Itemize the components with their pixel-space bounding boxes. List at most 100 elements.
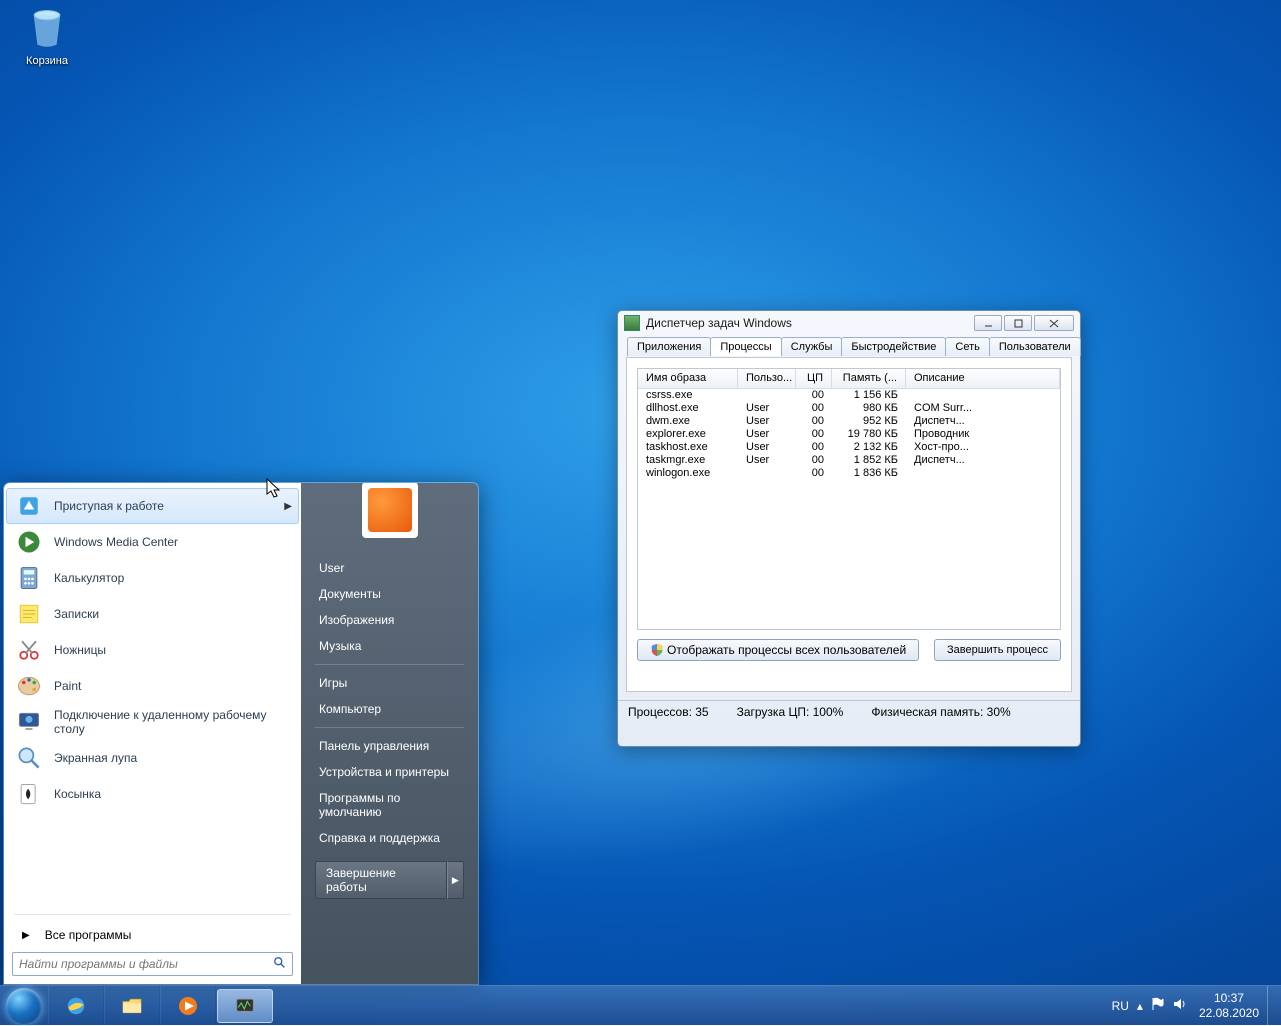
- table-row[interactable]: csrss.exe001 156 КБ: [638, 389, 1060, 402]
- tab-users[interactable]: Пользователи: [989, 337, 1081, 356]
- start-item-2[interactable]: Калькулятор: [6, 560, 299, 596]
- show-desktop-button[interactable]: [1267, 986, 1277, 1025]
- start-item-1[interactable]: Windows Media Center: [6, 524, 299, 560]
- start-menu-left: Приступая к работе▶Windows Media CenterК…: [4, 483, 301, 984]
- close-button[interactable]: [1034, 315, 1074, 331]
- window-title: Диспетчер задач Windows: [646, 316, 974, 330]
- avatar-image: [368, 488, 412, 532]
- paint-icon: [13, 672, 45, 700]
- user-name[interactable]: User: [315, 555, 464, 581]
- table-row[interactable]: winlogon.exe001 836 КБ: [638, 467, 1060, 480]
- tray-volume-icon[interactable]: [1169, 997, 1191, 1014]
- search-icon[interactable]: [273, 956, 287, 973]
- all-programs[interactable]: ▶ Все программы: [4, 918, 301, 952]
- snip-icon: [13, 636, 45, 664]
- ritem-help[interactable]: Справка и поддержка: [315, 825, 464, 851]
- system-tray: RU ▴ 10:37 22.08.2020: [1104, 986, 1281, 1025]
- ritem-pictures[interactable]: Изображения: [315, 607, 464, 633]
- tray-date: 22.08.2020: [1199, 1006, 1259, 1020]
- calc-icon: [13, 564, 45, 592]
- tray-time: 10:37: [1199, 991, 1259, 1005]
- recycle-bin[interactable]: Корзина: [12, 6, 82, 67]
- col-cpu[interactable]: ЦП: [796, 369, 832, 388]
- tabs: Приложения Процессы Службы Быстродействи…: [627, 337, 1080, 356]
- start-button[interactable]: [0, 986, 48, 1026]
- submenu-arrow-icon: ▶: [284, 501, 292, 512]
- ritem-computer[interactable]: Компьютер: [315, 696, 464, 722]
- taskbar-ie[interactable]: [48, 986, 104, 1025]
- start-item-3[interactable]: Записки: [6, 596, 299, 632]
- task-manager-window[interactable]: Диспетчер задач Windows Файл Параметры В…: [617, 310, 1081, 747]
- ritem-games[interactable]: Игры: [315, 670, 464, 696]
- table-row[interactable]: dllhost.exeUser00980 КБCOM Surr...: [638, 402, 1060, 415]
- table-header: Имя образа Пользо... ЦП Память (... Опис…: [638, 369, 1060, 389]
- taskmgr-icon: [624, 315, 640, 331]
- tray-expand-icon[interactable]: ▴: [1133, 999, 1147, 1013]
- tab-applications[interactable]: Приложения: [627, 337, 711, 356]
- ritem-documents[interactable]: Документы: [315, 581, 464, 607]
- start-item-7[interactable]: Экранная лупа: [6, 740, 299, 776]
- wmp-icon: [176, 994, 200, 1018]
- search-input[interactable]: [12, 952, 293, 976]
- start-item-6[interactable]: Подключение к удаленному рабочему столу: [6, 704, 299, 740]
- rdp-icon: [13, 708, 45, 736]
- status-memory: Физическая память: 30%: [871, 705, 1010, 719]
- ritem-devices[interactable]: Устройства и принтеры: [315, 759, 464, 785]
- status-cpu: Загрузка ЦП: 100%: [737, 705, 844, 719]
- shutdown-button[interactable]: Завершение работы: [315, 861, 447, 899]
- separator: [14, 914, 291, 915]
- search-box: [12, 952, 293, 976]
- minimize-button[interactable]: [974, 315, 1002, 331]
- ritem-defaultprog[interactable]: Программы по умолчанию: [315, 785, 464, 825]
- tray-clock[interactable]: 10:37 22.08.2020: [1191, 991, 1267, 1020]
- wmc-icon: [13, 528, 45, 556]
- title-bar[interactable]: Диспетчер задач Windows: [618, 311, 1080, 335]
- user-avatar[interactable]: [362, 482, 418, 538]
- triangle-icon: ▶: [22, 930, 30, 941]
- maximize-button[interactable]: [1004, 315, 1032, 331]
- sol-icon: [13, 780, 45, 808]
- process-table[interactable]: Имя образа Пользо... ЦП Память (... Опис…: [637, 368, 1061, 630]
- ie-icon: [64, 994, 88, 1018]
- tray-lang[interactable]: RU: [1108, 999, 1133, 1013]
- tab-services[interactable]: Службы: [781, 337, 843, 356]
- start-menu[interactable]: Приступая к работе▶Windows Media CenterК…: [3, 482, 479, 985]
- status-processes: Процессов: 35: [628, 705, 709, 719]
- tray-flag-icon[interactable]: [1147, 997, 1169, 1014]
- start-icon: [13, 492, 45, 520]
- shutdown-options-button[interactable]: ▶: [447, 861, 464, 899]
- shield-icon: [650, 643, 664, 657]
- col-user[interactable]: Пользо...: [738, 369, 796, 388]
- start-menu-right: User Документы Изображения Музыка Игры К…: [301, 483, 478, 984]
- recycle-bin-icon: [25, 6, 69, 50]
- table-row[interactable]: taskhost.exeUser002 132 КБХост-про...: [638, 441, 1060, 454]
- col-image[interactable]: Имя образа: [638, 369, 738, 388]
- taskbar-explorer[interactable]: [104, 986, 160, 1025]
- status-bar: Процессов: 35 Загрузка ЦП: 100% Физическ…: [618, 700, 1080, 722]
- tab-networking[interactable]: Сеть: [945, 337, 989, 356]
- show-all-users-button[interactable]: Отображать процессы всех пользователей: [637, 639, 919, 661]
- ritem-music[interactable]: Музыка: [315, 633, 464, 659]
- table-row[interactable]: dwm.exeUser00952 КБДиспетч...: [638, 415, 1060, 428]
- recycle-bin-label: Корзина: [26, 55, 68, 67]
- ritem-controlpanel[interactable]: Панель управления: [315, 733, 464, 759]
- folder-icon: [120, 994, 144, 1018]
- mag-icon: [13, 744, 45, 772]
- taskbar[interactable]: RU ▴ 10:37 22.08.2020: [0, 985, 1281, 1025]
- start-item-4[interactable]: Ножницы: [6, 632, 299, 668]
- end-process-button[interactable]: Завершить процесс: [934, 639, 1061, 661]
- tab-performance[interactable]: Быстродействие: [841, 337, 946, 356]
- table-row[interactable]: taskmgr.exeUser001 852 КБДиспетч...: [638, 454, 1060, 467]
- taskbar-wmp[interactable]: [160, 986, 216, 1025]
- notes-icon: [13, 600, 45, 628]
- tab-processes[interactable]: Процессы: [710, 337, 781, 356]
- table-row[interactable]: explorer.exeUser0019 780 КБПроводник: [638, 428, 1060, 441]
- col-memory[interactable]: Память (...: [832, 369, 906, 388]
- taskbar-taskmgr[interactable]: [217, 989, 273, 1023]
- start-item-5[interactable]: Paint: [6, 668, 299, 704]
- col-description[interactable]: Описание: [906, 369, 1060, 388]
- start-item-8[interactable]: Косынка: [6, 776, 299, 812]
- start-item-0[interactable]: Приступая к работе▶: [6, 488, 299, 524]
- start-orb-icon: [6, 988, 42, 1024]
- taskmgr-icon: [233, 994, 257, 1018]
